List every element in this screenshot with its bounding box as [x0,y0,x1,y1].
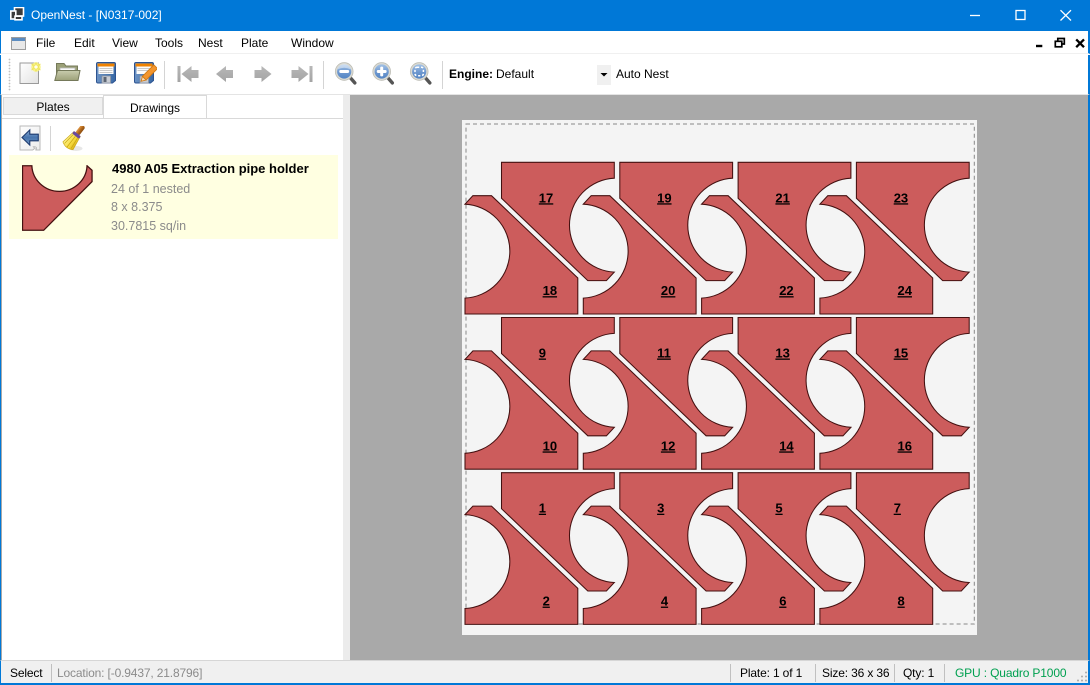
svg-text:10: 10 [543,438,557,453]
svg-text:12: 12 [661,438,675,453]
svg-text:2: 2 [543,594,550,609]
svg-text:5: 5 [775,501,782,516]
svg-text:1: 1 [539,501,546,516]
svg-text:24: 24 [898,283,913,298]
svg-text:18: 18 [543,283,557,298]
svg-text:3: 3 [657,501,664,516]
svg-text:16: 16 [898,438,912,453]
svg-text:22: 22 [779,283,793,298]
svg-text:17: 17 [539,190,553,205]
svg-text:19: 19 [657,190,671,205]
svg-text:11: 11 [657,346,671,361]
svg-text:6: 6 [779,594,786,609]
svg-text:21: 21 [775,190,789,205]
svg-text:14: 14 [779,438,794,453]
svg-text:4: 4 [661,594,669,609]
svg-text:20: 20 [661,283,675,298]
svg-text:8: 8 [898,594,905,609]
svg-text:7: 7 [894,501,901,516]
svg-text:13: 13 [775,346,789,361]
svg-text:23: 23 [894,190,908,205]
svg-text:15: 15 [894,346,908,361]
svg-text:9: 9 [539,346,546,361]
